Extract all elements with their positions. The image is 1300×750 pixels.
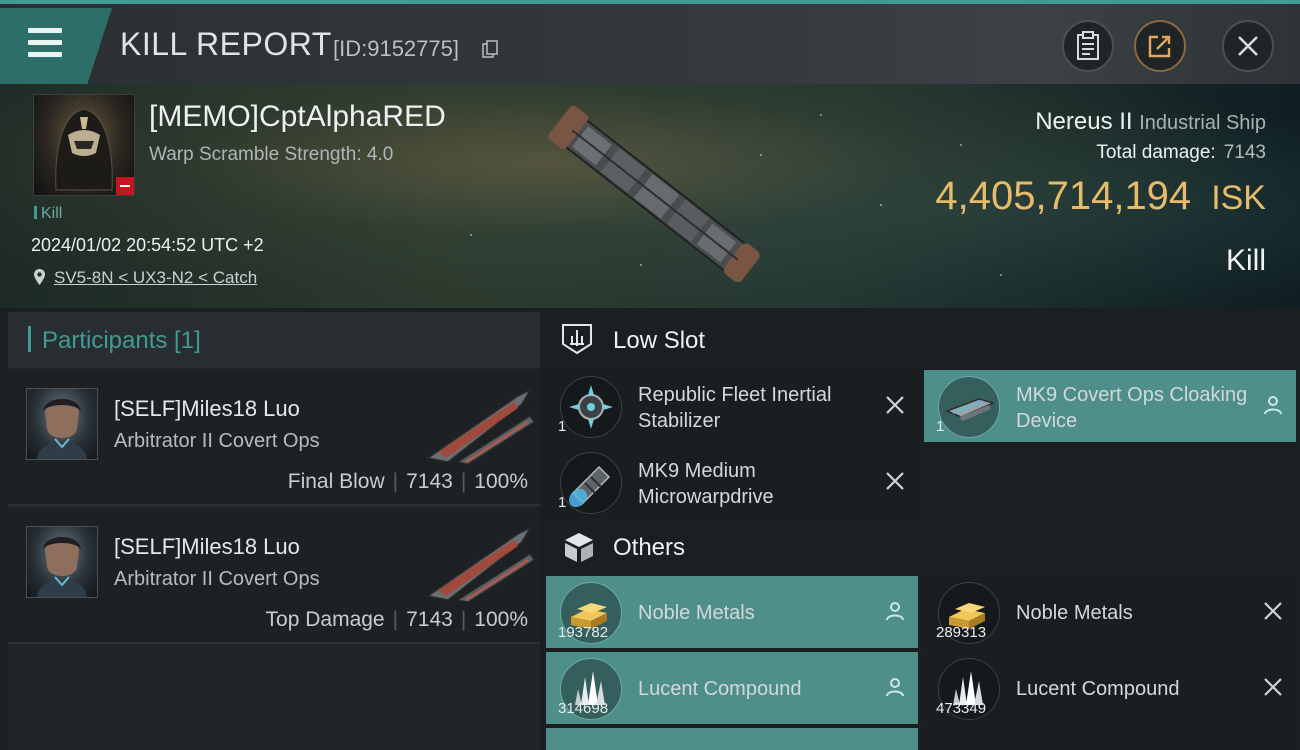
stats-separator: |	[460, 608, 467, 631]
victim-ship-icon	[548, 105, 760, 283]
warp-scramble-strength: Warp Scramble Strength: 4.0	[149, 144, 394, 165]
module-quantity: 1	[558, 418, 567, 435]
item-name: Lucent Compound	[638, 678, 802, 700]
participant-name[interactable]: [SELF]Miles18 Luo	[114, 534, 300, 560]
inertial-stabilizer-icon	[560, 376, 622, 438]
participants-header[interactable]: Participants [1]	[8, 312, 540, 368]
participant-ship: Arbitrator II Covert Ops	[114, 430, 320, 452]
participants-title: Participants [1]	[42, 327, 201, 354]
kill-datetime: 2024/01/02 20:54:52 UTC +2	[31, 235, 264, 255]
item-quantity: 289313	[936, 624, 987, 641]
module-row[interactable]: 1 Republic Fleet Inertial Stabilizer	[546, 370, 918, 442]
item-name: Lucent Compound	[1016, 678, 1180, 700]
participant-percent: 100%	[474, 470, 528, 493]
participant-damage: 7143	[406, 470, 453, 493]
cloaking-device-icon	[938, 376, 1000, 438]
header-accent-bar	[28, 326, 31, 352]
clipboard-button[interactable]	[1062, 20, 1114, 72]
close-icon	[1238, 36, 1258, 56]
participant-stats: Top Damage | 7143 | 100%	[266, 608, 528, 632]
location-link[interactable]: SV5-8N < UX3-N2 < Catch	[54, 268, 257, 288]
copy-icon[interactable]	[482, 40, 498, 58]
stats-separator: |	[392, 608, 399, 631]
participant-avatar[interactable]	[26, 526, 98, 598]
victim-name[interactable]: [MEMO]CptAlphaRED	[149, 100, 446, 134]
microwarpdrive-icon	[560, 452, 622, 514]
stats-separator: |	[392, 470, 399, 493]
participant-name[interactable]: [SELF]Miles18 Luo	[114, 396, 300, 422]
isk-unit: ISK	[1211, 179, 1266, 217]
pilot-portrait-icon	[37, 537, 87, 597]
attacker-ship-icon	[426, 388, 535, 465]
item-row[interactable]: 193782 Noble Metals	[546, 576, 918, 648]
pilot-portrait-icon	[37, 399, 87, 459]
stats-separator: |	[460, 470, 467, 493]
victim-avatar[interactable]	[33, 94, 135, 196]
item-quantity: 473349	[936, 700, 987, 717]
participant-row[interactable]: [SELF]Miles18 Luo Arbitrator II Covert O…	[8, 508, 540, 644]
participant-stats: Final Blow | 7143 | 100%	[288, 470, 528, 494]
isk-value: 4,405,714,194 ISK	[935, 174, 1266, 219]
share-button[interactable]	[1134, 20, 1186, 72]
participant-percent: 100%	[474, 608, 528, 631]
item-name: Noble Metals	[1016, 602, 1133, 624]
victim-ship: Nereus II Industrial Ship	[1035, 108, 1266, 136]
loss-badge	[116, 177, 134, 195]
item-quantity: 314698	[558, 700, 609, 717]
menu-icon	[28, 28, 62, 33]
total-damage-label: Total damage:	[1096, 142, 1216, 163]
participant-ship: Arbitrator II Covert Ops	[114, 568, 320, 590]
item-row-partial[interactable]	[546, 728, 918, 750]
destroyed-icon	[886, 472, 904, 490]
kill-tag: Kill	[34, 205, 62, 223]
destroyed-icon	[1264, 678, 1282, 696]
dropped-person-icon	[886, 678, 904, 697]
total-damage-value: 7143	[1223, 142, 1266, 163]
low-slot-title: Low Slot	[613, 327, 706, 354]
participant-damage: 7143	[406, 608, 453, 631]
close-button[interactable]	[1222, 20, 1274, 72]
dropped-person-icon	[1264, 396, 1282, 415]
isk-amount: 4,405,714,194	[935, 174, 1192, 218]
item-row[interactable]: 473349 Lucent Compound	[924, 652, 1296, 724]
item-quantity: 193782	[558, 624, 609, 641]
location-pin-icon	[34, 269, 45, 285]
ship-class: Industrial Ship	[1139, 112, 1266, 134]
page-title: KILL REPORT	[120, 26, 332, 62]
share-icon	[1148, 35, 1171, 58]
item-row-partial[interactable]	[924, 728, 1296, 750]
item-row[interactable]: 314698 Lucent Compound	[546, 652, 918, 724]
module-row[interactable]: 1 MK9 Covert Ops Cloaking Device	[924, 370, 1296, 442]
module-row[interactable]: 1 MK9 Medium Microwarpdrive	[546, 446, 918, 518]
destroyed-icon	[886, 396, 904, 414]
menu-icon-line	[28, 40, 62, 45]
menu-button[interactable]	[0, 8, 112, 84]
menu-icon-line	[28, 52, 62, 57]
module-quantity: 1	[936, 418, 945, 435]
kill-result: Kill	[1225, 244, 1266, 277]
module-name: MK9 Medium Microwarpdrive	[638, 460, 774, 508]
participant-role: Final Blow	[287, 470, 385, 493]
others-title: Others	[613, 534, 686, 561]
module-quantity: 1	[558, 494, 567, 511]
participant-avatar[interactable]	[26, 388, 98, 460]
item-row[interactable]: 289313 Noble Metals	[924, 576, 1296, 648]
ship-name[interactable]: Nereus II	[1035, 108, 1132, 135]
low-slot-icon	[562, 324, 592, 355]
dropped-person-icon	[886, 602, 904, 621]
total-damage: Total damage: 7143	[1096, 142, 1266, 164]
item-name: Noble Metals	[638, 602, 755, 624]
cargo-box-icon	[565, 533, 593, 562]
top-bar: KILL REPORT [ID:9152775]	[0, 0, 1300, 84]
clipboard-icon	[1077, 31, 1099, 60]
participant-row[interactable]: [SELF]Miles18 Luo Arbitrator II Covert O…	[8, 370, 540, 506]
attacker-ship-icon	[426, 526, 535, 603]
victim-banner: [MEMO]CptAlphaRED Warp Scramble Strength…	[0, 84, 1300, 308]
module-name: Republic Fleet Inertial Stabilizer	[638, 384, 832, 432]
destroyed-icon	[1264, 602, 1282, 620]
module-name: MK9 Covert Ops Cloaking Device	[1016, 384, 1248, 432]
participant-role: Top Damage	[265, 608, 385, 631]
kill-id: [ID:9152775]	[333, 36, 459, 61]
